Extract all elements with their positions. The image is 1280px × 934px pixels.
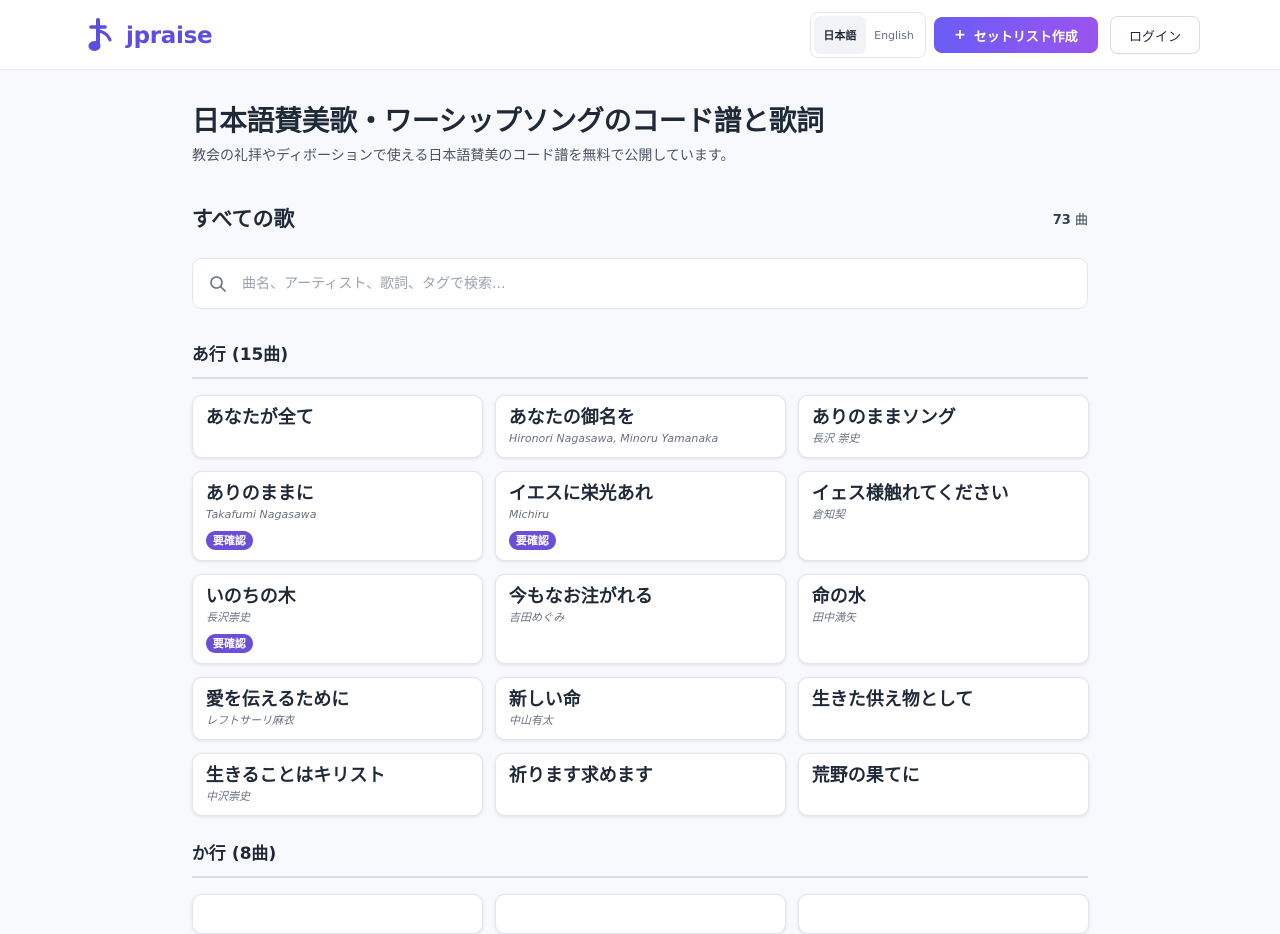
page-title: 日本語賛美歌・ワーシップソングのコード譜と歌詞: [192, 104, 824, 137]
song-artist: Takafumi Nagasawa: [206, 508, 317, 521]
song-artist: 中山有太: [509, 714, 553, 727]
song-artist: 吉田めぐみ: [509, 611, 565, 624]
music-cross-logo-icon: [88, 18, 112, 51]
song-title: あなたが全て: [206, 407, 314, 428]
song-artist: Michiru: [509, 508, 550, 521]
song-title: ありのままソング: [812, 407, 956, 428]
song-card[interactable]: [192, 894, 483, 934]
song-artist: 中沢崇史: [206, 790, 250, 803]
login-button[interactable]: ログイン: [1110, 16, 1200, 54]
song-title: 新しい命: [509, 689, 581, 710]
lang-en-button[interactable]: English: [866, 16, 922, 54]
song-artist: 長沢崇史: [206, 611, 250, 624]
group-header-a: あ行 (15曲): [192, 343, 1088, 379]
needs-review-badge: 要確認: [206, 634, 253, 653]
song-artist: 田中満矢: [812, 611, 856, 624]
search-icon: [210, 275, 226, 292]
song-card[interactable]: 新しい命 中山有太: [495, 677, 786, 740]
logo-text: jpraise: [126, 23, 213, 49]
song-card[interactable]: ありのままソング 長沢 崇史: [798, 395, 1089, 458]
song-card[interactable]: イエスに栄光あれ Michiru 要確認: [495, 471, 786, 561]
create-setlist-button[interactable]: + セットリスト作成: [934, 17, 1098, 53]
language-switcher: 日本語 English: [810, 12, 926, 58]
song-title: 今もなお注がれる: [509, 586, 653, 607]
main-content: 日本語賛美歌・ワーシップソングのコード譜と歌詞 教会の礼拝やディボーションで使え…: [192, 70, 1089, 934]
song-title: ありのままに: [206, 483, 314, 504]
song-title: 命の水: [812, 586, 866, 607]
song-title: 祈ります求めます: [509, 765, 653, 786]
song-card[interactable]: 祈ります求めます: [495, 753, 786, 816]
song-title: 生きた供え物として: [812, 689, 974, 710]
song-title: 愛を伝えるために: [206, 689, 350, 710]
song-card[interactable]: あなたが全て: [192, 395, 483, 458]
needs-review-badge: 要確認: [509, 531, 556, 550]
create-setlist-label: セットリスト作成: [973, 29, 1078, 45]
song-card[interactable]: イェス様触れてください 倉知契: [798, 471, 1089, 561]
song-card[interactable]: [798, 894, 1089, 934]
song-card[interactable]: ありのままに Takafumi Nagasawa 要確認: [192, 471, 483, 561]
plus-icon: +: [954, 27, 966, 43]
needs-review-badge: 要確認: [206, 531, 253, 550]
song-artist: Hironori Nagasawa, Minoru Yamanaka: [509, 432, 719, 445]
song-artist: レフトサーリ麻衣: [206, 714, 294, 727]
search-input[interactable]: [242, 275, 1087, 292]
song-grid-ka: [192, 894, 1089, 934]
song-title: 荒野の果てに: [812, 765, 920, 786]
song-title: 生きることはキリスト: [206, 765, 386, 786]
song-title: いのちの木: [206, 586, 296, 607]
song-card[interactable]: あなたの御名を Hironori Nagasawa, Minoru Yamana…: [495, 395, 786, 458]
group-header-ka: か行 (8曲): [192, 842, 1088, 878]
songs-section-title: すべての歌: [192, 207, 295, 231]
song-count-unit: 曲: [1074, 212, 1088, 228]
search-box: [192, 258, 1088, 309]
page-subtitle: 教会の礼拝やディボーションで使える日本語賛美のコード譜を無料で公開しています。: [192, 148, 735, 164]
song-count: 73 曲: [1053, 209, 1088, 228]
song-card[interactable]: 生きることはキリスト 中沢崇史: [192, 753, 483, 816]
song-card[interactable]: 命の水 田中満矢: [798, 574, 1089, 664]
songs-section-header: すべての歌 73 曲: [192, 205, 1088, 231]
song-card[interactable]: [495, 894, 786, 934]
lang-ja-button[interactable]: 日本語: [814, 16, 866, 54]
song-grid-a: あなたが全て あなたの御名を Hironori Nagasawa, Minoru…: [192, 395, 1089, 816]
song-card[interactable]: 荒野の果てに: [798, 753, 1089, 816]
song-artist: 長沢 崇史: [812, 432, 860, 445]
song-card[interactable]: いのちの木 長沢崇史 要確認: [192, 574, 483, 664]
song-card[interactable]: 今もなお注がれる 吉田めぐみ: [495, 574, 786, 664]
song-card[interactable]: 愛を伝えるために レフトサーリ麻衣: [192, 677, 483, 740]
song-title: イェス様触れてください: [812, 483, 1009, 504]
song-title: あなたの御名を: [509, 407, 635, 428]
song-artist: 倉知契: [812, 508, 845, 521]
logo-link[interactable]: jpraise: [86, 18, 213, 54]
song-count-number: 73: [1052, 212, 1071, 228]
site-header: jpraise 日本語 English + セットリスト作成 ログイン: [0, 0, 1280, 70]
song-title: イエスに栄光あれ: [509, 483, 653, 504]
song-card[interactable]: 生きた供え物として: [798, 677, 1089, 740]
